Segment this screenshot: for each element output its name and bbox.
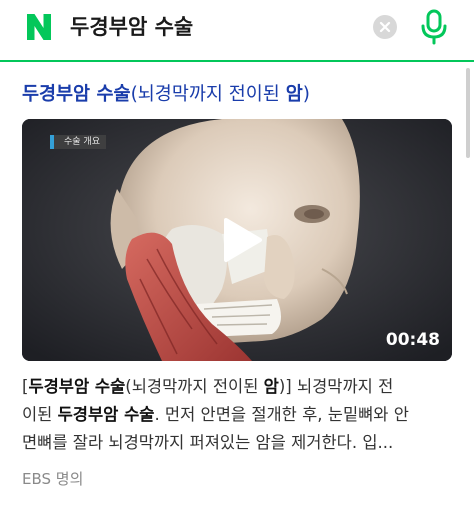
snippet-text: . 먼저 안면을 절개한 후, 눈밑뼈와 안 [154,405,409,424]
microphone-icon[interactable] [418,8,450,46]
video-duration: 00:48 [385,330,440,350]
search-bar-underline [0,60,474,62]
snippet-highlight: 암 [263,377,279,396]
snippet-text: 뇌경막까지 전 [291,377,394,396]
scrollbar-thumb[interactable] [466,68,470,158]
snippet-highlight: 두경부암 수술 [28,377,126,396]
clear-icon [379,21,391,33]
result-title-highlight: 두경부암 수술 [22,84,131,105]
snippet-highlight: 두경부암 수술 [57,405,155,424]
snippet-bracket-close: )] [278,377,292,396]
snippet-line-2: 이된 두경부암 수술. 먼저 안면을 절개한 후, 눈밑뼈와 안 [22,401,447,429]
result-title-text: (뇌경막까지 전이된 [130,84,286,105]
result-title-close: ) [302,84,310,105]
search-bar: 두경부암 수술 [0,0,474,60]
snippet-text: 이된 [22,405,58,424]
result-title-highlight-2: 암 [285,84,303,105]
naver-logo[interactable] [24,11,54,43]
result-title-link[interactable]: 두경부암 수술(뇌경막까지 전이된 암) [22,82,310,108]
snippet-line-3: 면뼈를 잘라 뇌경막까지 퍼져있는 암을 제거한다. 입... [22,433,394,452]
result-snippet: [두경부암 수술(뇌경막까지 전이된 암)] 뇌경막까지 전 이된 두경부암 수… [22,373,447,457]
video-chapter-label: 수술 개요 [50,135,106,149]
snippet-line-1: [두경부암 수술(뇌경막까지 전이된 암)] 뇌경막까지 전 [22,373,447,401]
search-query-input[interactable]: 두경부암 수술 [70,13,193,41]
snippet-text: (뇌경막까지 전이된 [125,377,264,396]
play-icon[interactable] [218,215,264,265]
scrollbar[interactable] [466,62,470,507]
clear-button[interactable] [373,15,397,39]
result-source[interactable]: EBS 명의 [22,468,83,490]
video-thumbnail[interactable]: 수술 개요 00:48 [22,119,452,361]
